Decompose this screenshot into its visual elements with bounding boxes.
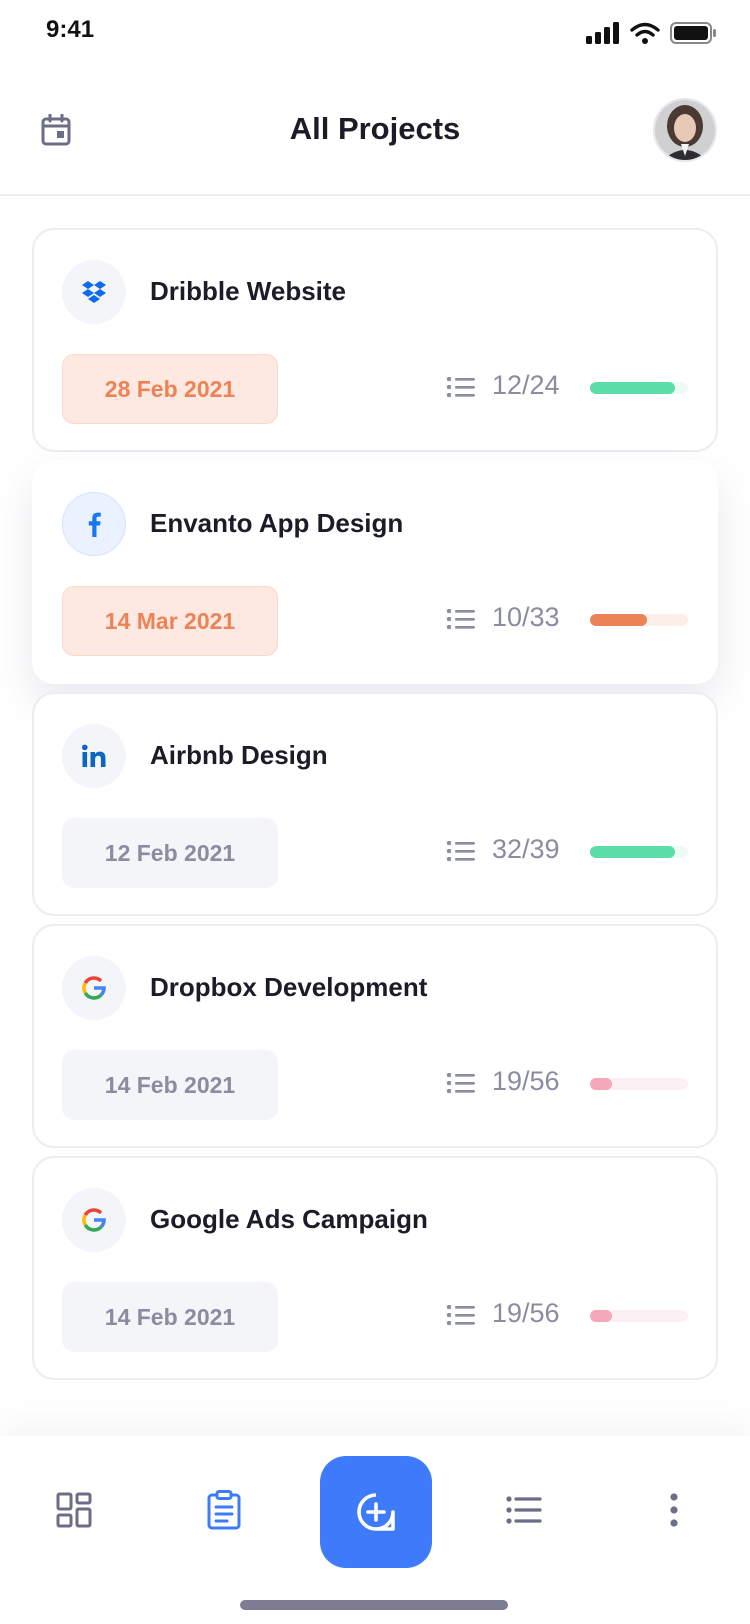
progress-fill [590,382,676,394]
project-card[interactable]: Dropbox Development 14 Feb 2021 19/56 [32,924,718,1148]
task-list-icon [447,1073,475,1093]
add-project-button[interactable] [320,1456,432,1568]
progress-bar [590,614,688,626]
project-logo [62,492,126,556]
google-icon [82,1208,106,1232]
status-time: 9:41 [46,16,95,43]
add-icon [357,1493,395,1531]
bottom-nav [0,1436,750,1624]
dashboard-icon [56,1492,92,1528]
project-logo [62,956,126,1020]
clipboard-icon [207,1490,241,1530]
date-badge: 14 Feb 2021 [62,1050,278,1120]
project-card[interactable]: Airbnb Design 12 Feb 2021 32/39 [32,692,718,916]
status-bar: 9:41 [0,0,750,64]
project-title: Airbnb Design [150,740,328,770]
task-count: 10/33 [492,602,560,632]
nav-dashboard[interactable] [44,1480,104,1540]
home-indicator [240,1600,508,1610]
progress-fill [590,1310,612,1322]
google-icon [82,976,106,1000]
project-logo [62,260,126,324]
wifi-icon [630,22,660,44]
project-card[interactable]: Envanto App Design 14 Mar 2021 10/33 [32,460,718,684]
task-count: 32/39 [492,834,560,864]
list-icon [506,1496,542,1524]
more-icon [670,1493,678,1527]
project-logo [62,724,126,788]
project-title: Dribble Website [150,276,347,306]
due-date-badge: 28 Feb 2021 [62,354,278,424]
nav-more[interactable] [644,1480,704,1540]
project-logo [62,1188,126,1252]
battery-icon [670,22,716,44]
project-list: Dribble Website 28 Feb 2021 12/24 Envant… [0,198,750,1436]
date-badge: 14 Feb 2021 [62,1282,278,1352]
project-title: Dropbox Development [150,972,428,1002]
nav-list[interactable] [494,1480,554,1540]
signal-icon [586,22,619,44]
project-card[interactable]: Google Ads Campaign 14 Feb 2021 19/56 [32,1156,718,1380]
task-count: 19/56 [492,1066,560,1096]
progress-bar [590,382,688,394]
project-title: Envanto App Design [150,508,404,538]
facebook-icon [88,512,101,537]
linkedin-icon [82,744,106,767]
due-date-badge: 14 Mar 2021 [62,586,278,656]
task-count: 19/56 [492,1298,560,1328]
date-badge: 12 Feb 2021 [62,818,278,888]
task-list-icon [447,1305,475,1325]
progress-fill [590,614,647,626]
progress-fill [590,846,676,858]
progress-bar [590,1078,688,1090]
status-icons [586,18,716,48]
dropbox-icon [82,281,106,303]
progress-bar [590,1310,688,1322]
project-title: Google Ads Campaign [150,1204,428,1234]
page-title: All Projects [289,111,461,146]
app-header: All Projects [0,84,750,196]
progress-fill [590,1078,612,1090]
task-count: 12/24 [492,370,560,400]
task-list-icon [447,841,475,861]
task-list-icon [447,377,475,397]
user-photo [655,100,715,160]
nav-projects[interactable] [194,1480,254,1540]
avatar[interactable] [653,98,717,162]
project-card[interactable]: Dribble Website 28 Feb 2021 12/24 [32,228,718,452]
progress-bar [590,846,688,858]
task-list-icon [447,609,475,629]
